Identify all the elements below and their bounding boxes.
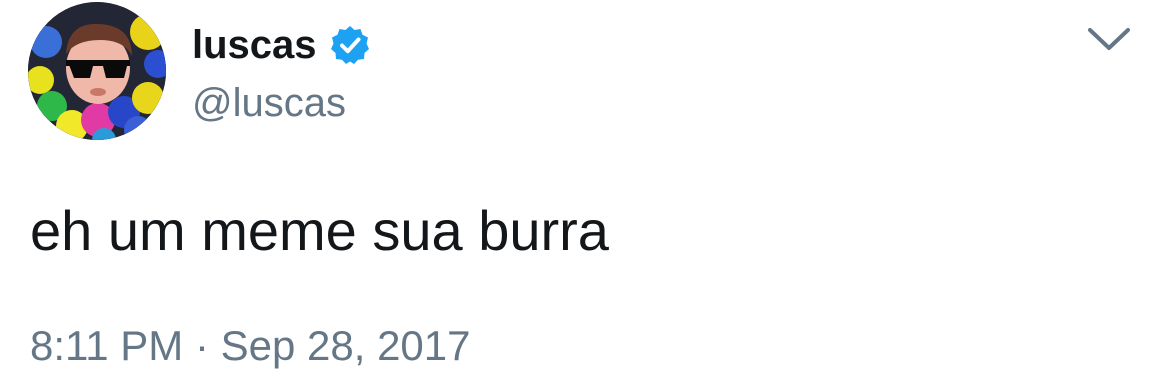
chevron-down-icon[interactable] (1084, 18, 1134, 58)
avatar-image (28, 2, 166, 140)
author-handle[interactable]: @luscas (192, 78, 346, 128)
tweet-card: luscas @luscas eh um meme sua burra 8:11… (0, 0, 1150, 383)
tweet-text: eh um meme sua burra (30, 199, 609, 262)
author-display-name[interactable]: luscas (192, 20, 317, 70)
tweet-timestamp[interactable]: 8:11 PM · Sep 28, 2017 (30, 318, 471, 374)
author-name-row: luscas (192, 20, 371, 70)
author-avatar[interactable] (28, 2, 166, 140)
verified-badge-icon (329, 24, 371, 66)
